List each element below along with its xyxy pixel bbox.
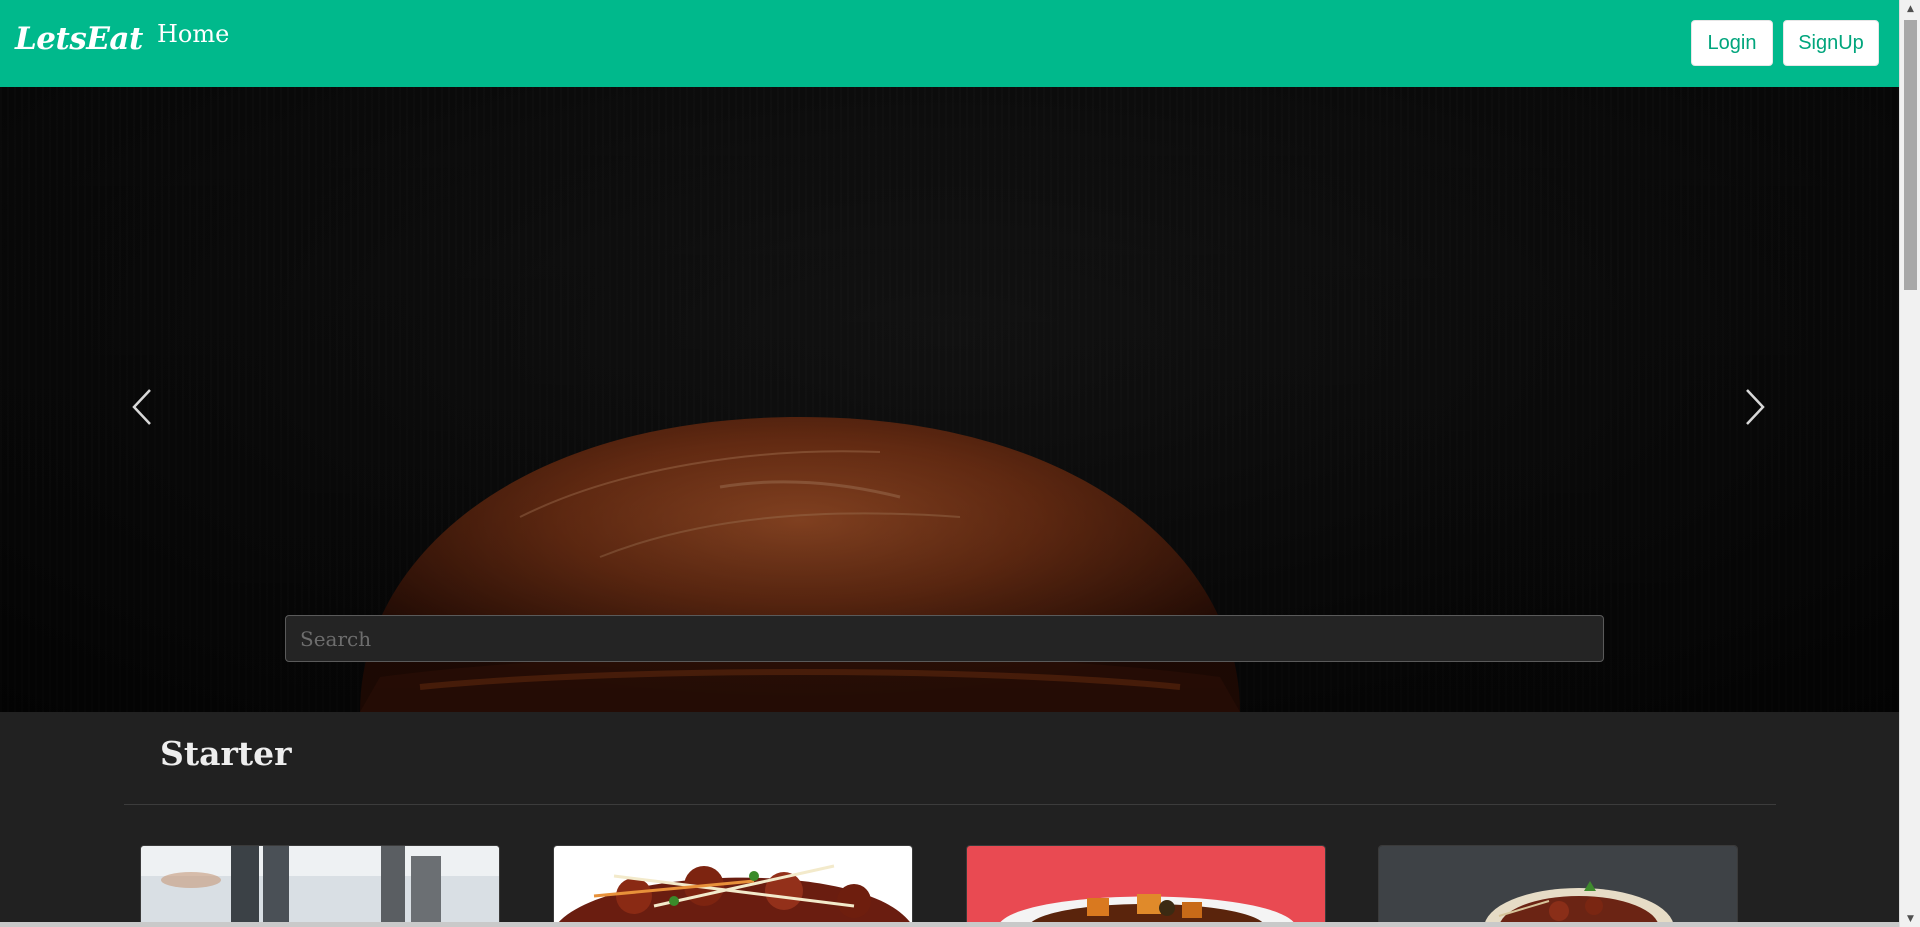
food-card-4[interactable]	[1378, 845, 1738, 927]
scroll-up-arrow-icon[interactable]: ▲	[1900, 0, 1920, 17]
horizontal-scrollbar[interactable]	[0, 922, 1899, 927]
food-card-1[interactable]	[140, 845, 500, 927]
hero-carousel	[0, 87, 1899, 712]
search-input[interactable]	[285, 615, 1604, 662]
card-image-4	[1379, 846, 1737, 926]
scroll-down-arrow-icon[interactable]: ▼	[1900, 910, 1920, 927]
card-image-3	[967, 846, 1325, 926]
food-card-2[interactable]	[553, 845, 913, 927]
chevron-left-icon	[132, 389, 151, 425]
section-title-starter: Starter	[160, 734, 292, 773]
chevron-right-icon	[1746, 389, 1765, 425]
login-button[interactable]: Login	[1691, 20, 1773, 66]
card-image-1	[141, 846, 499, 926]
carousel-next-button[interactable]	[1735, 377, 1775, 437]
vertical-scrollbar[interactable]: ▲ ▼	[1899, 0, 1920, 927]
navbar: LetsEat Home Login SignUp	[0, 0, 1899, 87]
section-divider	[124, 804, 1776, 805]
nav-home-link[interactable]: Home	[157, 20, 229, 48]
card-image-2	[554, 846, 912, 926]
brand-logo[interactable]: LetsEat	[15, 21, 143, 57]
carousel-prev-button[interactable]	[122, 377, 162, 437]
food-card-3[interactable]	[966, 845, 1326, 927]
signup-button[interactable]: SignUp	[1783, 20, 1879, 66]
scrollbar-thumb[interactable]	[1904, 20, 1917, 290]
